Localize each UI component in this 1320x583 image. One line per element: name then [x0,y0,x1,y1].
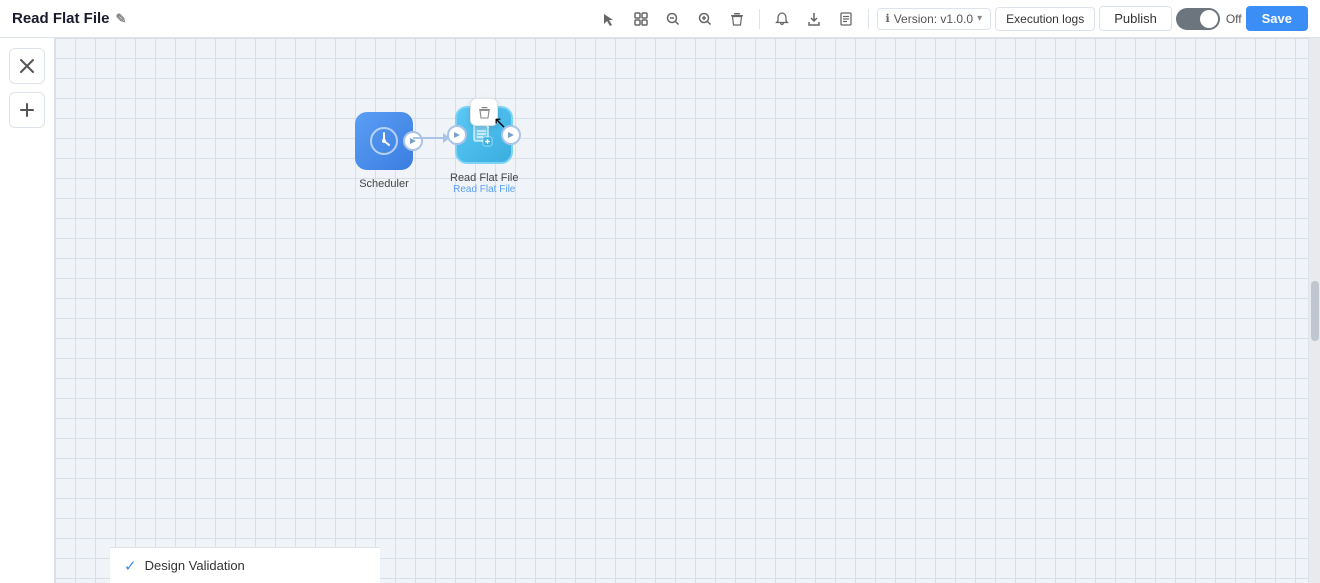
left-sidebar [0,38,55,583]
version-label: Version: v1.0.0 [894,12,973,26]
scheduler-label: Scheduler [359,178,409,190]
toolbar: ℹ Version: v1.0.0 ▾ Execution logs Publi… [595,5,1308,33]
main-area: Scheduler ↖ [0,38,1320,583]
scheduler-node-box[interactable] [355,112,413,170]
bottom-bar: ✓ Design Validation [110,547,380,583]
delete-popup[interactable]: ↖ [470,98,498,126]
separator-1 [759,9,760,29]
page-title: Read Flat File ✎ [12,10,126,27]
connector [413,133,450,143]
export-button[interactable] [800,5,828,33]
separator-2 [868,9,869,29]
connector-line [413,137,443,139]
read-flat-file-output-port[interactable] [501,125,521,145]
notification-button[interactable] [768,5,796,33]
toggle-label: Off [1226,12,1242,26]
read-flat-file-node[interactable]: ↖ [450,106,518,195]
zoom-out-button[interactable] [659,5,687,33]
active-toggle[interactable] [1176,8,1220,30]
canvas[interactable]: Scheduler ↖ [55,38,1308,583]
header: Read Flat File ✎ [0,0,1320,38]
read-flat-file-label: Read Flat File [450,172,518,184]
execution-logs-button[interactable]: Execution logs [995,7,1095,31]
scheduler-node[interactable]: Scheduler [355,112,413,190]
read-flat-file-sublabel: Read Flat File [453,184,515,195]
select-tool-button[interactable] [595,5,623,33]
design-validation-label: Design Validation [145,558,245,573]
fit-view-button[interactable] [627,5,655,33]
read-flat-file-input-port[interactable] [447,125,467,145]
zoom-in-button[interactable] [691,5,719,33]
add-node-button[interactable] [9,92,45,128]
scrollbar-thumb[interactable] [1311,281,1319,341]
check-icon: ✓ [124,557,137,575]
toggle-knob [1200,10,1218,28]
save-button[interactable]: Save [1246,6,1308,31]
flow-container: Scheduler ↖ [355,106,518,195]
toggle-wrap: Off [1176,8,1242,30]
doc-button[interactable] [832,5,860,33]
tools-button[interactable] [9,48,45,84]
version-badge[interactable]: ℹ Version: v1.0.0 ▾ [877,8,992,30]
right-scrollbar[interactable] [1308,38,1320,583]
page-title-text: Read Flat File [12,10,110,27]
publish-button[interactable]: Publish [1099,6,1172,31]
edit-title-icon[interactable]: ✎ [116,11,127,27]
delete-button[interactable] [723,5,751,33]
